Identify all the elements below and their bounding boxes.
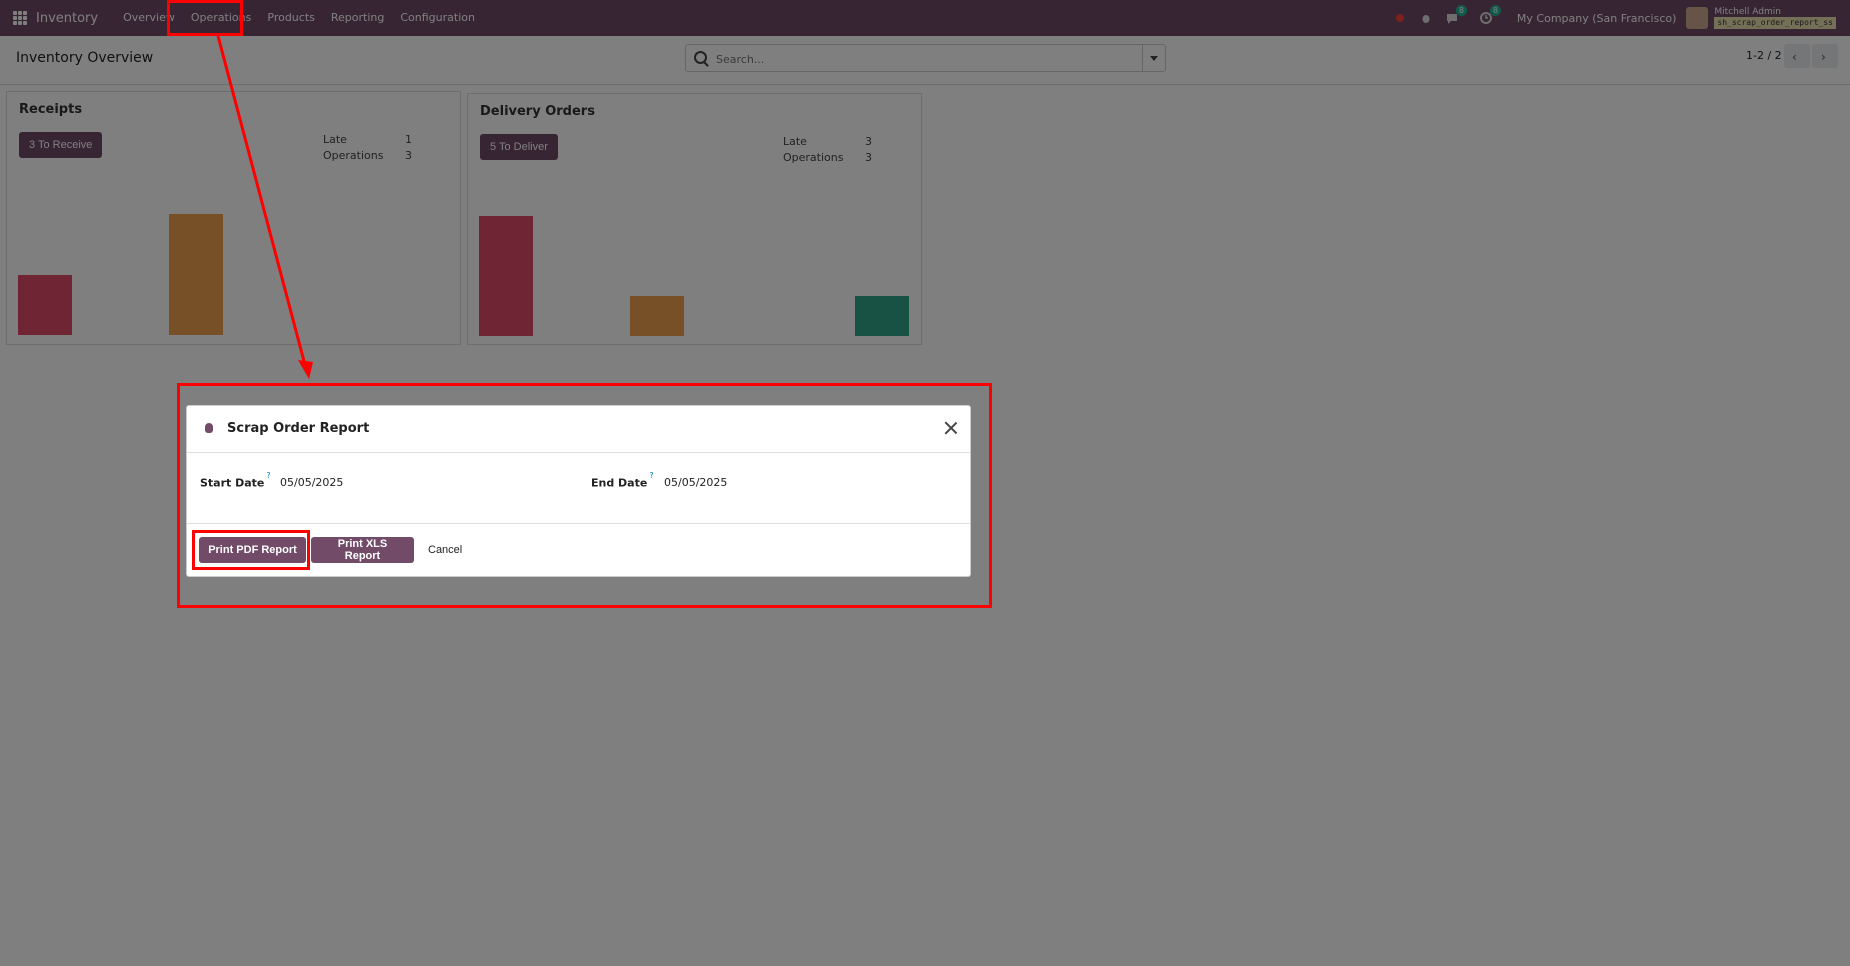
annotation-arrow <box>216 35 313 379</box>
